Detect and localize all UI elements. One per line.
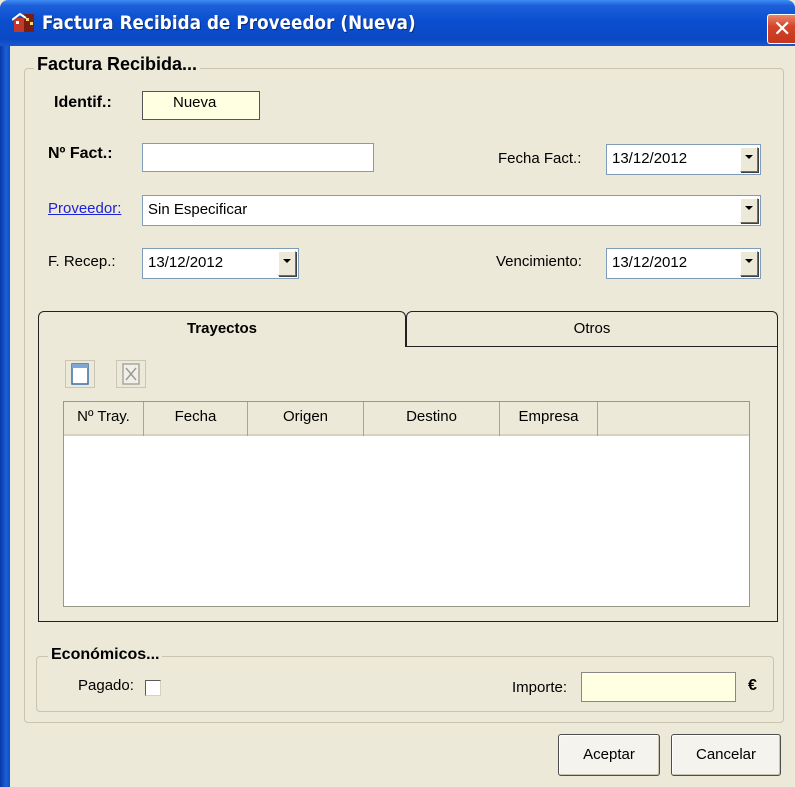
column-header-fecha[interactable]: Fecha bbox=[144, 402, 248, 436]
tab-control: Trayectos Otros Nº Tray. Fecha Origen De… bbox=[38, 311, 778, 622]
title-bar[interactable]: Factura Recibida de Proveedor (Nueva) ✕ bbox=[0, 0, 795, 46]
delete-icon bbox=[122, 363, 140, 385]
importe-input[interactable] bbox=[581, 672, 736, 702]
fecha-fact-value: 13/12/2012 bbox=[612, 150, 688, 167]
identif-label: Identif.: bbox=[54, 94, 112, 111]
recep-label: F. Recep.: bbox=[48, 253, 116, 270]
grid-header: Nº Tray. Fecha Origen Destino Empresa bbox=[64, 402, 749, 436]
new-document-icon bbox=[71, 363, 89, 385]
proveedor-value: Sin Especificar bbox=[148, 201, 248, 218]
nfact-input[interactable] bbox=[142, 143, 374, 172]
recep-value: 13/12/2012 bbox=[148, 254, 224, 271]
close-button[interactable]: ✕ bbox=[767, 14, 795, 44]
window-left-border bbox=[0, 46, 10, 787]
vencimiento-label: Vencimiento: bbox=[496, 253, 582, 270]
window-title: Factura Recibida de Proveedor (Nueva) bbox=[42, 12, 416, 34]
column-header-blank bbox=[598, 402, 751, 436]
app-icon bbox=[12, 12, 34, 32]
identif-field: Nueva bbox=[142, 91, 260, 120]
vencimiento-picker[interactable]: 13/12/2012 bbox=[606, 248, 761, 279]
proveedor-select[interactable]: Sin Especificar bbox=[142, 195, 761, 226]
factura-group-title: Factura Recibida... bbox=[34, 54, 201, 75]
recep-picker[interactable]: 13/12/2012 bbox=[142, 248, 299, 279]
fecha-fact-picker[interactable]: 13/12/2012 bbox=[606, 144, 761, 175]
aceptar-button[interactable]: Aceptar bbox=[558, 734, 660, 776]
column-header-destino[interactable]: Destino bbox=[364, 402, 500, 436]
close-icon: ✕ bbox=[773, 17, 792, 42]
tab-trayectos[interactable]: Trayectos bbox=[38, 311, 406, 347]
column-header-ntray[interactable]: Nº Tray. bbox=[64, 402, 144, 436]
chevron-down-icon[interactable] bbox=[740, 198, 758, 223]
pagado-label: Pagado: bbox=[78, 677, 134, 694]
tab-otros[interactable]: Otros bbox=[406, 311, 778, 347]
cancelar-button[interactable]: Cancelar bbox=[671, 734, 781, 776]
importe-label: Importe: bbox=[512, 679, 568, 696]
column-header-origen[interactable]: Origen bbox=[248, 402, 364, 436]
pagado-checkbox[interactable] bbox=[145, 680, 161, 696]
chevron-down-icon[interactable] bbox=[740, 251, 758, 276]
currency-symbol: € bbox=[748, 677, 757, 694]
chevron-down-icon[interactable] bbox=[740, 147, 758, 172]
trayectos-panel: Nº Tray. Fecha Origen Destino Empresa bbox=[38, 346, 778, 622]
nfact-label: Nº Fact.: bbox=[48, 145, 113, 162]
economicos-group-title: Económicos... bbox=[48, 646, 163, 664]
chevron-down-icon[interactable] bbox=[278, 251, 296, 276]
vencimiento-value: 13/12/2012 bbox=[612, 254, 688, 271]
new-button[interactable] bbox=[65, 360, 95, 388]
fecha-fact-label: Fecha Fact.: bbox=[498, 150, 582, 167]
trayectos-grid[interactable]: Nº Tray. Fecha Origen Destino Empresa bbox=[63, 401, 750, 607]
proveedor-link[interactable]: Proveedor: bbox=[48, 200, 121, 217]
delete-button[interactable] bbox=[116, 360, 146, 388]
column-header-empresa[interactable]: Empresa bbox=[500, 402, 598, 436]
